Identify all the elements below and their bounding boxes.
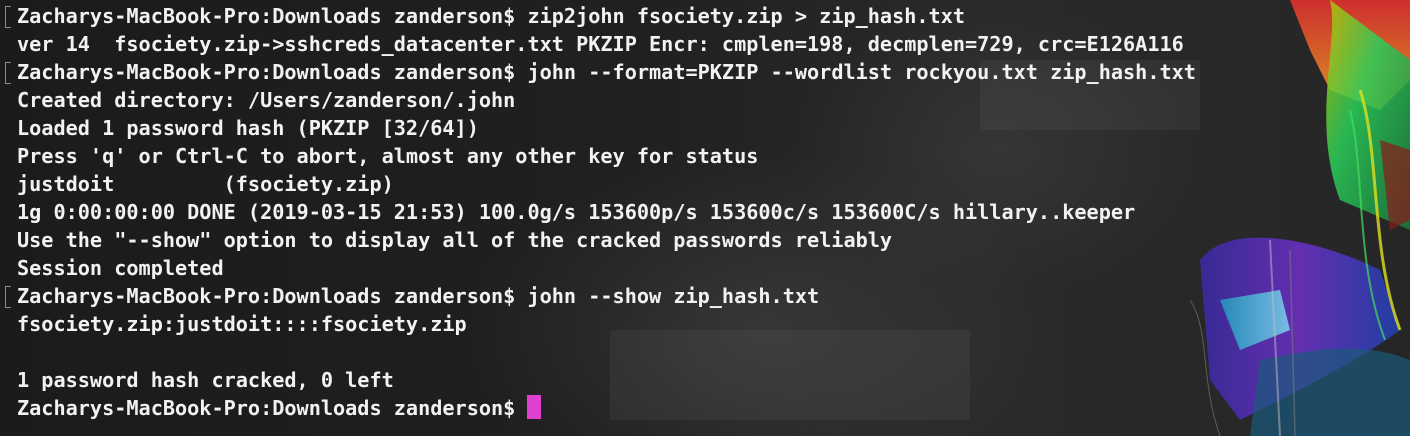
output-line: Session completed xyxy=(0,254,1400,282)
output-line: Loaded 1 password hash (PKZIP [32/64]) xyxy=(0,114,1400,142)
terminal-window[interactable]: Zacharys-MacBook-Pro:Downloads zanderson… xyxy=(0,0,1410,436)
output-text: 1g 0:00:00:00 DONE (2019-03-15 21:53) 10… xyxy=(17,200,1136,224)
command-line: Zacharys-MacBook-Pro:Downloads zanderson… xyxy=(0,282,1400,310)
shell-prompt: Zacharys-MacBook-Pro:Downloads zanderson… xyxy=(17,284,516,308)
output-text: Session completed xyxy=(17,256,224,280)
command-text: zip2john fsociety.zip > zip_hash.txt xyxy=(527,4,966,28)
output-line: justdoit (fsociety.zip) xyxy=(0,170,1400,198)
command-text: john --show zip_hash.txt xyxy=(527,284,820,308)
output-line: Press 'q' or Ctrl-C to abort, almost any… xyxy=(0,142,1400,170)
text-cursor[interactable] xyxy=(527,395,542,419)
output-text: fsociety.zip:justdoit::::fsociety.zip xyxy=(17,312,467,336)
output-text: Loaded 1 password hash (PKZIP [32/64]) xyxy=(17,116,479,140)
command-line: Zacharys-MacBook-Pro:Downloads zanderson… xyxy=(0,58,1400,86)
output-line: fsociety.zip:justdoit::::fsociety.zip xyxy=(0,310,1400,338)
output-text: Press 'q' or Ctrl-C to abort, almost any… xyxy=(17,144,759,168)
output-line: Created directory: /Users/zanderson/.joh… xyxy=(0,86,1400,114)
output-line: Use the "--show" option to display all o… xyxy=(0,226,1400,254)
output-text: 1 password hash cracked, 0 left xyxy=(17,368,394,392)
shell-prompt: Zacharys-MacBook-Pro:Downloads zanderson… xyxy=(17,396,516,420)
shell-prompt: Zacharys-MacBook-Pro:Downloads zanderson… xyxy=(17,60,516,84)
command-line: Zacharys-MacBook-Pro:Downloads zanderson… xyxy=(0,2,1400,30)
terminal-output: Zacharys-MacBook-Pro:Downloads zanderson… xyxy=(0,2,1400,422)
shell-prompt: Zacharys-MacBook-Pro:Downloads zanderson… xyxy=(17,4,516,28)
output-line: 1g 0:00:00:00 DONE (2019-03-15 21:53) 10… xyxy=(0,198,1400,226)
output-text: ver 14 fsociety.zip->sshcreds_datacenter… xyxy=(17,32,1184,56)
output-text: justdoit (fsociety.zip) xyxy=(17,172,394,196)
current-prompt-line[interactable]: Zacharys-MacBook-Pro:Downloads zanderson… xyxy=(0,394,1400,422)
output-text: Created directory: /Users/zanderson/.joh… xyxy=(17,88,516,112)
command-text: john --format=PKZIP --wordlist rockyou.t… xyxy=(527,60,1196,84)
output-line: ver 14 fsociety.zip->sshcreds_datacenter… xyxy=(0,30,1400,58)
output-line: 1 password hash cracked, 0 left xyxy=(0,366,1400,394)
output-text: Use the "--show" option to display all o… xyxy=(17,228,893,252)
